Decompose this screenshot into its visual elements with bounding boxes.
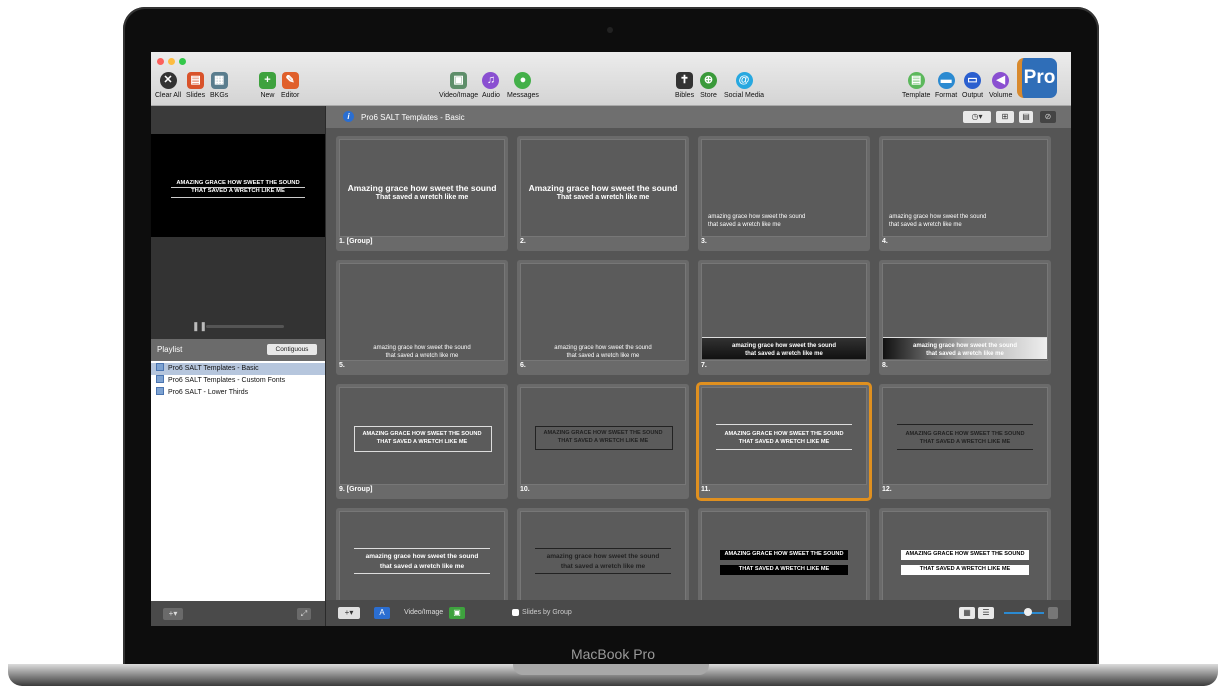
document-icon — [156, 387, 164, 395]
document-icon — [156, 363, 164, 371]
arrangement-icon[interactable]: ⊞ — [996, 111, 1014, 123]
slide-thumbnail[interactable]: Amazing grace how sweet the sound That s… — [336, 136, 508, 251]
grid-view-icon[interactable]: ▦ — [959, 607, 975, 619]
camera — [607, 27, 613, 33]
speaker-icon: ◀ — [992, 72, 1010, 89]
slide-grid: Amazing grace how sweet the sound That s… — [326, 128, 1071, 600]
playlist-item[interactable]: Pro6 SALT - Lower Thirds — [151, 387, 325, 399]
editor-button[interactable]: ✎ Editor — [281, 72, 299, 99]
clear-all-button[interactable]: ✕ Clear All — [155, 72, 181, 99]
slide-thumbnail[interactable]: AMAZING GRACE HOW SWEET THE SOUND THAT S… — [517, 384, 689, 499]
app-window: ✕ Clear All ▤ Slides ▦ BKGs + New ✎ Editor ▣ V… — [151, 52, 1071, 626]
editor-icon: ✎ — [281, 72, 299, 89]
zoom-max-icon[interactable] — [1048, 607, 1058, 619]
expand-icon[interactable]: ⤢ — [297, 608, 311, 620]
playlist-title: Playlist — [157, 345, 183, 354]
new-button[interactable]: + New — [259, 72, 276, 99]
store-button[interactable]: ⊕ Store — [700, 72, 717, 99]
volume-button[interactable]: ◀ Volume — [989, 72, 1012, 99]
music-note-icon: ♫ — [482, 72, 500, 89]
contiguous-button[interactable]: Contiguous — [267, 344, 317, 355]
text-layer-icon[interactable]: A — [374, 607, 390, 619]
template-icon: ▤ — [907, 72, 925, 89]
close-window-button[interactable] — [157, 58, 164, 65]
slides-button[interactable]: ▤ Slides — [186, 72, 205, 99]
bkgs-button[interactable]: ▦ BKGs — [210, 72, 228, 99]
slide-thumbnail-selected[interactable]: AMAZING GRACE HOW SWEET THE SOUND THAT S… — [696, 382, 872, 501]
left-footer: +▾ ⤢ — [151, 601, 325, 626]
slide-thumbnail[interactable]: AMAZING GRACE HOW SWEET THE SOUND THAT S… — [879, 384, 1051, 499]
info-icon[interactable]: i — [343, 111, 354, 122]
slide-thumbnail[interactable]: AMAZING GRACE HOW SWEET THE SOUND THAT S… — [879, 508, 1051, 600]
minimize-window-button[interactable] — [168, 58, 175, 65]
bibles-button[interactable]: ✝ Bibles — [675, 72, 694, 99]
slides-by-group-checkbox[interactable] — [512, 609, 519, 616]
pause-icon[interactable]: ❚❚ — [192, 321, 207, 332]
slides-by-group-label: Slides by Group — [522, 609, 572, 616]
slide-thumbnail[interactable]: amazing grace how sweet the sound that s… — [336, 260, 508, 375]
main-footer: +▾ A Video/Image ▣ Slides by Group ▦ ☰ — [326, 600, 1071, 626]
playlist-header: Playlist Contiguous — [151, 339, 325, 361]
video-image-button[interactable]: ▣ Video/Image — [439, 72, 478, 99]
bible-icon: ✝ — [676, 72, 694, 89]
main-panel: i Pro6 SALT Templates - Basic ◷▾ ⊞ ▤ ⊘ A… — [326, 106, 1071, 626]
zoom-slider-handle[interactable] — [1024, 608, 1032, 616]
media-icon[interactable]: ▣ — [449, 607, 465, 619]
social-media-button[interactable]: @ Social Media — [724, 72, 764, 99]
slide-thumbnail[interactable]: amazing grace how sweet the sound that s… — [879, 136, 1051, 251]
slide-thumbnail[interactable]: amazing grace how sweet the sound that s… — [336, 508, 508, 600]
slide-thumbnail[interactable]: amazing grace how sweet the sound that s… — [517, 260, 689, 375]
slide-thumbnail[interactable]: amazing grace how sweet the sound that s… — [698, 260, 870, 375]
backgrounds-icon: ▦ — [210, 72, 228, 89]
clear-all-icon: ✕ — [159, 72, 177, 89]
divider — [171, 187, 305, 188]
format-icon: ▬ — [937, 72, 955, 89]
chat-bubble-icon: ● — [514, 72, 532, 89]
slides-icon: ▤ — [187, 72, 205, 89]
video-image-label: Video/Image — [404, 609, 444, 616]
zoom-window-button[interactable] — [179, 58, 186, 65]
new-document-icon: + — [259, 72, 276, 89]
playlist-list: Pro6 SALT Templates - Basic Pro6 SALT Te… — [151, 361, 325, 601]
slide-thumbnail[interactable]: amazing grace how sweet the sound that s… — [879, 260, 1051, 375]
left-panel: AMAZING GRACE HOW SWEET THE SOUND THAT S… — [151, 106, 325, 626]
timer-dropdown[interactable]: ◷▾ — [963, 111, 991, 123]
messages-button[interactable]: ● Messages — [507, 72, 539, 99]
format-button[interactable]: ▬ Format — [935, 72, 957, 99]
video-image-icon: ▣ — [450, 72, 468, 89]
transport-controls: ❚❚ — [151, 237, 325, 339]
audio-button[interactable]: ♫ Audio — [482, 72, 500, 99]
laptop-model-label: MacBook Pro — [570, 646, 656, 662]
add-playlist-button[interactable]: +▾ — [163, 608, 183, 620]
calendar-icon[interactable]: ▤ — [1019, 111, 1033, 123]
document-header: i Pro6 SALT Templates - Basic ◷▾ ⊞ ▤ ⊘ — [326, 106, 1071, 128]
cart-icon: ⊕ — [700, 72, 717, 89]
document-icon — [156, 375, 164, 383]
divider — [171, 197, 305, 198]
disable-icon[interactable]: ⊘ — [1040, 111, 1056, 123]
slide-thumbnail[interactable]: AMAZING GRACE HOW SWEET THE SOUND THAT S… — [336, 384, 508, 499]
playlist-item[interactable]: Pro6 SALT Templates - Basic — [151, 363, 325, 375]
slide-thumbnail[interactable]: Amazing grace how sweet the sound That s… — [517, 136, 689, 251]
output-preview: AMAZING GRACE HOW SWEET THE SOUND THAT S… — [151, 134, 325, 237]
list-view-icon[interactable]: ☰ — [978, 607, 994, 619]
toolbar: ✕ Clear All ▤ Slides ▦ BKGs + New ✎ Editor ▣ V… — [151, 52, 1071, 106]
propresenter-logo: Pro — [1017, 58, 1057, 98]
template-button[interactable]: ▤ Template — [902, 72, 930, 99]
slide-thumbnail[interactable]: AMAZING GRACE HOW SWEET THE SOUND THAT S… — [698, 508, 870, 600]
at-sign-icon: @ — [735, 72, 753, 89]
laptop-notch — [513, 664, 709, 675]
document-title: Pro6 SALT Templates - Basic — [361, 113, 465, 122]
scrubber[interactable] — [206, 325, 284, 328]
slide-thumbnail[interactable]: amazing grace how sweet the sound that s… — [698, 136, 870, 251]
slide-thumbnail[interactable]: amazing grace how sweet the sound that s… — [517, 508, 689, 600]
monitor-icon: ▭ — [964, 72, 981, 89]
add-slide-button[interactable]: +▾ — [338, 607, 360, 619]
output-button[interactable]: ▭ Output — [962, 72, 983, 99]
playlist-item[interactable]: Pro6 SALT Templates - Custom Fonts — [151, 375, 325, 387]
